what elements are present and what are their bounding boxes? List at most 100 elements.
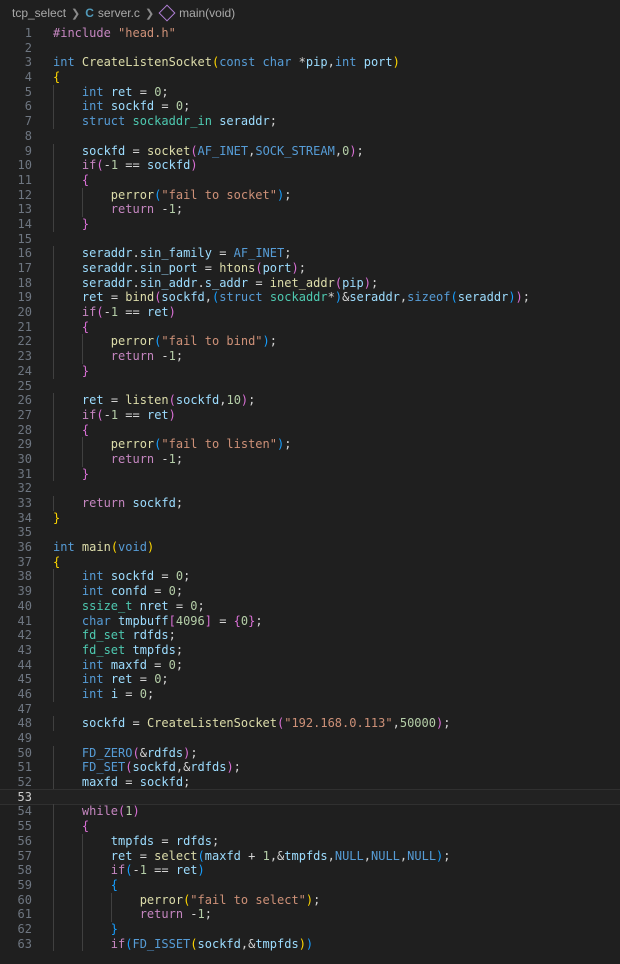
code-text: { xyxy=(53,319,620,335)
code-line[interactable]: 3 int CreateListenSocket(const char *pip,… xyxy=(0,55,620,70)
code-line[interactable]: 9 sockfd = socket(AF_INET,SOCK_STREAM,0)… xyxy=(0,143,620,159)
indent-guide xyxy=(53,716,54,731)
code-token: NULL xyxy=(334,848,364,863)
breadcrumb-symbol[interactable]: main(void) xyxy=(179,6,235,20)
code-line[interactable]: 30 return -1; xyxy=(0,451,620,467)
code-line[interactable]: 11 { xyxy=(0,172,620,188)
code-line[interactable]: 21 { xyxy=(0,319,620,335)
code-line[interactable]: 5 int ret = 0; xyxy=(0,84,620,100)
code-line[interactable]: 20 if(-1 == ret) xyxy=(0,305,620,320)
code-token: perror xyxy=(110,437,155,452)
code-line[interactable]: 23 return -1; xyxy=(0,349,620,364)
code-line[interactable]: 40 ssize_t nret = 0; xyxy=(0,598,620,614)
code-text: #include "head.h" xyxy=(53,26,620,41)
code-token: ) xyxy=(226,760,234,775)
indent-guide xyxy=(53,261,54,276)
code-token: ( xyxy=(168,393,176,408)
code-line[interactable]: 33 return sockfd; xyxy=(0,496,620,511)
code-line[interactable]: 47 xyxy=(0,702,620,717)
code-line[interactable]: 4{ xyxy=(0,70,620,85)
line-number: 1 xyxy=(24,26,32,40)
code-token: ret xyxy=(81,290,104,305)
code-text: { xyxy=(53,422,620,438)
code-line[interactable]: 44 int maxfd = 0; xyxy=(0,657,620,673)
line-number: 50 xyxy=(17,745,32,760)
code-token: rdfds xyxy=(146,745,184,760)
code-line[interactable]: 14 } xyxy=(0,216,620,232)
indent-guide xyxy=(81,848,83,864)
code-line[interactable]: 51 FD_SET(sockfd,&rdfds); xyxy=(0,760,620,776)
code-line[interactable]: 35 xyxy=(0,525,620,540)
code-line[interactable]: 52 maxfd = sockfd; xyxy=(0,775,620,790)
code-token: ret xyxy=(146,305,169,320)
code-line[interactable]: 57 ret = select(maxfd + 1,&tmpfds,NULL,N… xyxy=(0,848,620,864)
code-line[interactable]: 63 if(FD_ISSET(sockfd,&tmpfds)) xyxy=(0,936,620,952)
code-line[interactable]: 1 #include "head.h" xyxy=(0,26,620,41)
code-line[interactable]: 16 seraddr.sin_family = AF_INET; xyxy=(0,246,620,261)
code-token: ) xyxy=(168,407,176,422)
code-line[interactable]: 15 xyxy=(0,232,620,247)
code-line[interactable]: 28 { xyxy=(0,422,620,438)
code-text: int i = 0; xyxy=(53,686,620,702)
code-line[interactable]: 39 int confd = 0; xyxy=(0,584,620,599)
code-token: = xyxy=(211,246,234,261)
code-editor[interactable]: 1 #include "head.h" 2 3 int CreateListenSock… xyxy=(0,26,620,952)
code-text: if(-1 == ret) xyxy=(53,305,620,320)
indent-guide xyxy=(81,921,83,937)
code-line[interactable]: 61 return -1; xyxy=(0,907,620,922)
code-line[interactable]: 25 xyxy=(0,379,620,394)
code-line[interactable]: 60 perror("fail to select"); xyxy=(0,892,620,908)
code-line[interactable]: 56 tmpfds = rdfds; xyxy=(0,833,620,849)
code-token: = xyxy=(154,99,176,114)
code-text: char tmpbuff[4096] = {0}; xyxy=(53,613,620,629)
code-line[interactable]: 10 if(-1 == sockfd) xyxy=(0,158,620,173)
code-line[interactable]: 41 char tmpbuff[4096] = {0}; xyxy=(0,613,620,629)
code-line[interactable]: 12 perror("fail to socket"); xyxy=(0,187,620,203)
code-line[interactable]: 27 if(-1 == ret) xyxy=(0,407,620,423)
code-line[interactable]: 43 fd_set tmpfds; xyxy=(0,642,620,658)
code-line[interactable]: 22 perror("fail to bind"); xyxy=(0,334,620,350)
code-line[interactable]: 36 int main(void) xyxy=(0,540,620,555)
code-line[interactable]: 34} xyxy=(0,511,620,526)
code-line[interactable]: 18 seraddr.sin_addr.s_addr = inet_addr(p… xyxy=(0,275,620,291)
code-token: } xyxy=(53,510,61,525)
code-line[interactable]: 45 int ret = 0; xyxy=(0,672,620,687)
code-line[interactable]: 32 xyxy=(0,481,620,496)
code-line[interactable]: 55 { xyxy=(0,819,620,834)
code-line[interactable]: 7 struct sockaddr_in seraddr; xyxy=(0,114,620,129)
code-line[interactable]: 49 xyxy=(0,731,620,746)
code-token: ) xyxy=(363,275,371,290)
indent-guide xyxy=(81,892,83,908)
code-line[interactable]: 50 FD_ZERO(&rdfds); xyxy=(0,745,620,761)
code-line[interactable]: 53 xyxy=(0,788,620,806)
code-token: == xyxy=(118,407,147,422)
code-line[interactable]: 37 { xyxy=(0,555,620,570)
code-line[interactable]: 58 if(-1 == ret) xyxy=(0,863,620,878)
code-line[interactable]: 8 xyxy=(0,129,620,144)
code-line[interactable]: 38 int sockfd = 0; xyxy=(0,569,620,585)
breadcrumb-file[interactable]: server.c xyxy=(98,6,140,20)
breadcrumb-folder[interactable]: tcp_select xyxy=(12,6,66,20)
code-line[interactable]: 26 ret = listen(sockfd,10); xyxy=(0,393,620,408)
code-line[interactable]: 24 } xyxy=(0,363,620,379)
code-line[interactable]: 62 } xyxy=(0,921,620,937)
code-line[interactable]: 42 fd_set rdfds; xyxy=(0,628,620,643)
code-line[interactable]: 48 sockfd = CreateListenSocket("192.168.… xyxy=(0,716,620,731)
code-line[interactable]: 19 ret = bind(sockfd,(struct sockaddr*)&… xyxy=(0,290,620,306)
code-text: return -1; xyxy=(53,349,620,364)
code-line[interactable]: 6 int sockfd = 0; xyxy=(0,99,620,115)
code-line[interactable]: 46 int i = 0; xyxy=(0,686,620,702)
code-line[interactable]: 54 while(1) xyxy=(0,804,620,820)
code-token: "fail to bind" xyxy=(161,334,263,349)
code-line[interactable]: 31 } xyxy=(0,466,620,482)
code-line[interactable]: 13 return -1; xyxy=(0,202,620,217)
code-line[interactable]: 17 seraddr.sin_port = htons(port); xyxy=(0,261,620,276)
code-text: fd_set tmpfds; xyxy=(53,642,620,658)
code-line[interactable]: 29 perror("fail to listen"); xyxy=(0,437,620,452)
code-line[interactable]: 2 xyxy=(0,41,620,56)
code-token: == xyxy=(146,863,176,878)
code-line[interactable]: 59 { xyxy=(0,877,620,893)
code-token: ; xyxy=(175,202,184,217)
